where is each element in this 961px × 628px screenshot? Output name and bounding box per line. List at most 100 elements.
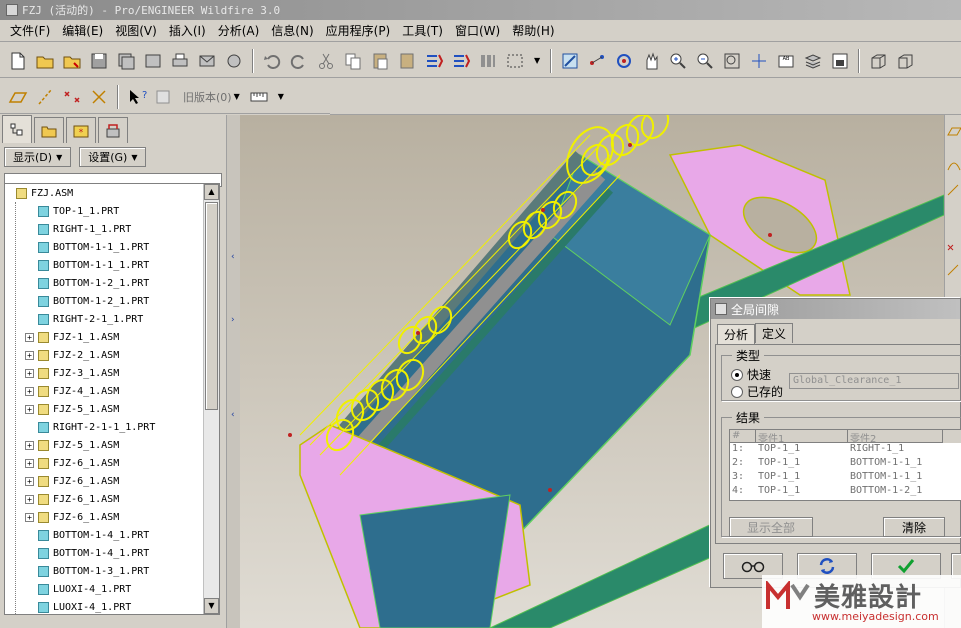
clear-button[interactable]: 清除	[883, 517, 945, 537]
expand-icon[interactable]: +	[25, 494, 34, 504]
new-file-icon[interactable]	[6, 49, 30, 73]
tree-item[interactable]: + FJZ-6_1.ASM	[5, 472, 219, 490]
tree-item[interactable]: BOTTOM-1-4_1.PRT	[5, 544, 219, 562]
dialog-title-bar[interactable]: 全局间隙	[711, 299, 960, 319]
tree-item[interactable]: LUOXI-4_1.PRT	[5, 598, 219, 614]
tab-analysis[interactable]: 分析	[717, 324, 756, 344]
select-working-dir-icon[interactable]	[60, 49, 84, 73]
datum-curve-icon[interactable]	[947, 162, 961, 171]
tree-item[interactable]: FZJ.ASM	[5, 184, 219, 202]
paste-icon[interactable]	[368, 49, 392, 73]
zoom-out-icon[interactable]	[693, 49, 717, 73]
tree-item[interactable]: + FJZ-6_1.ASM	[5, 490, 219, 508]
menu-edit[interactable]: 编辑(E)	[56, 20, 109, 41]
view-manager-icon[interactable]	[828, 49, 852, 73]
expand-icon[interactable]: +	[25, 368, 34, 378]
menu-view[interactable]: 视图(V)	[109, 20, 163, 41]
wireframe-icon[interactable]	[866, 49, 890, 73]
favorites-tab-icon[interactable]: *	[66, 117, 96, 143]
folder-browser-tab-icon[interactable]	[34, 117, 64, 143]
datum-csys-icon[interactable]	[947, 264, 959, 276]
tree-item[interactable]: + FJZ-5_1.ASM	[5, 400, 219, 418]
radio-saved[interactable]: 已存的	[731, 383, 783, 400]
backup-icon[interactable]	[141, 49, 165, 73]
repaint-icon[interactable]	[558, 49, 582, 73]
datum-point-icon[interactable]	[60, 85, 84, 109]
tree-item[interactable]: BOTTOM-1-2_1.PRT	[5, 292, 219, 310]
scroll-up-icon[interactable]: ▲	[204, 184, 219, 200]
save-icon[interactable]	[87, 49, 111, 73]
legacy-icon[interactable]	[152, 85, 176, 109]
menu-tools[interactable]: 工具(T)	[396, 20, 449, 41]
paste-special-icon[interactable]	[395, 49, 419, 73]
search-tool-icon[interactable]	[476, 49, 500, 73]
menu-info[interactable]: 信息(N)	[265, 20, 319, 41]
show-all-button[interactable]: 显示全部	[729, 517, 813, 537]
scroll-down-icon[interactable]: ▼	[204, 598, 219, 614]
tree-item[interactable]: TOP-1_1.PRT	[5, 202, 219, 220]
tree-item[interactable]: RIGHT-2-1-1_1.PRT	[5, 418, 219, 436]
menu-file[interactable]: 文件(F)	[4, 20, 56, 41]
tree-item[interactable]: + FJZ-3_1.ASM	[5, 364, 219, 382]
expand-icon[interactable]: +	[25, 332, 34, 342]
tree-item[interactable]: + FJZ-2_1.ASM	[5, 346, 219, 364]
expand-icon[interactable]: +	[25, 512, 34, 522]
tree-item[interactable]: + FJZ-1_1.ASM	[5, 328, 219, 346]
refit-icon[interactable]	[720, 49, 744, 73]
undo-icon[interactable]	[260, 49, 284, 73]
result-row[interactable]: 3: TOP-1_1 BOTTOM-1-1_1	[730, 471, 961, 485]
tree-item[interactable]: + FJZ-6_1.ASM	[5, 454, 219, 472]
sketch-icon[interactable]	[947, 184, 959, 196]
expand-icon[interactable]: +	[25, 440, 34, 450]
result-row[interactable]: 4: TOP-1_1 BOTTOM-1-2_1	[730, 485, 961, 499]
copy-icon[interactable]	[341, 49, 365, 73]
tab-definition[interactable]: 定义	[755, 323, 794, 343]
radio-quick[interactable]: 快速	[731, 366, 771, 383]
connections-tab-icon[interactable]	[98, 117, 128, 143]
open-folder-icon[interactable]	[33, 49, 57, 73]
datum-plane-icon[interactable]	[947, 127, 961, 136]
panel-splitter[interactable]: ‹ › ‹	[226, 115, 240, 628]
save-copy-icon[interactable]	[114, 49, 138, 73]
show-button[interactable]: 显示(D) ▼	[4, 147, 72, 167]
hidden-line-icon[interactable]	[893, 49, 917, 73]
menu-insert[interactable]: 插入(I)	[163, 20, 212, 41]
cut-icon[interactable]	[314, 49, 338, 73]
email-link-icon[interactable]	[222, 49, 246, 73]
email-icon[interactable]	[195, 49, 219, 73]
result-row[interactable]: 1: TOP-1_1 RIGHT-1_1	[730, 443, 961, 457]
expand-icon[interactable]: +	[25, 476, 34, 486]
print-icon[interactable]	[168, 49, 192, 73]
measure-dropdown[interactable]: ▼	[274, 86, 288, 108]
datum-csys-icon[interactable]	[87, 85, 111, 109]
saved-clearance-field[interactable]: Global_Clearance_1	[789, 373, 959, 389]
tree-item[interactable]: + FJZ-4_1.ASM	[5, 382, 219, 400]
redo-icon[interactable]	[287, 49, 311, 73]
menu-window[interactable]: 窗口(W)	[449, 20, 506, 41]
radio-quick-dot[interactable]	[731, 368, 743, 381]
pan-hand-icon[interactable]	[639, 49, 663, 73]
expand-icon[interactable]: +	[25, 458, 34, 468]
datum-plane-icon[interactable]	[6, 85, 30, 109]
settings-button[interactable]: 设置(G) ▼	[79, 147, 147, 167]
regenerate-manager-icon[interactable]	[449, 49, 473, 73]
expand-icon[interactable]: +	[25, 404, 34, 414]
datum-point-icon[interactable]	[947, 244, 954, 251]
tree-item[interactable]: BOTTOM-1-4_1.PRT	[5, 526, 219, 544]
tree-scrollbar[interactable]: ▲ ▼	[203, 184, 219, 614]
expand-icon[interactable]: +	[25, 350, 34, 360]
reorient-icon[interactable]	[747, 49, 771, 73]
select-box-icon[interactable]	[503, 49, 527, 73]
datum-axis-icon[interactable]	[33, 85, 57, 109]
tree-item[interactable]: + FJZ-5_1.ASM	[5, 436, 219, 454]
spin-center-icon[interactable]	[585, 49, 609, 73]
layers-icon[interactable]	[801, 49, 825, 73]
tree-item[interactable]: BOTTOM-1-3_1.PRT	[5, 562, 219, 580]
select-mode-dropdown[interactable]: ▼	[530, 50, 544, 72]
collapse-left-icon[interactable]: ‹	[231, 252, 237, 262]
model-tree-tab-icon[interactable]	[2, 115, 32, 143]
expand-right-icon[interactable]: ›	[231, 315, 237, 325]
tree-item[interactable]: BOTTOM-1-1_1.PRT	[5, 256, 219, 274]
menu-applications[interactable]: 应用程序(P)	[320, 20, 397, 41]
zoom-in-icon[interactable]	[666, 49, 690, 73]
